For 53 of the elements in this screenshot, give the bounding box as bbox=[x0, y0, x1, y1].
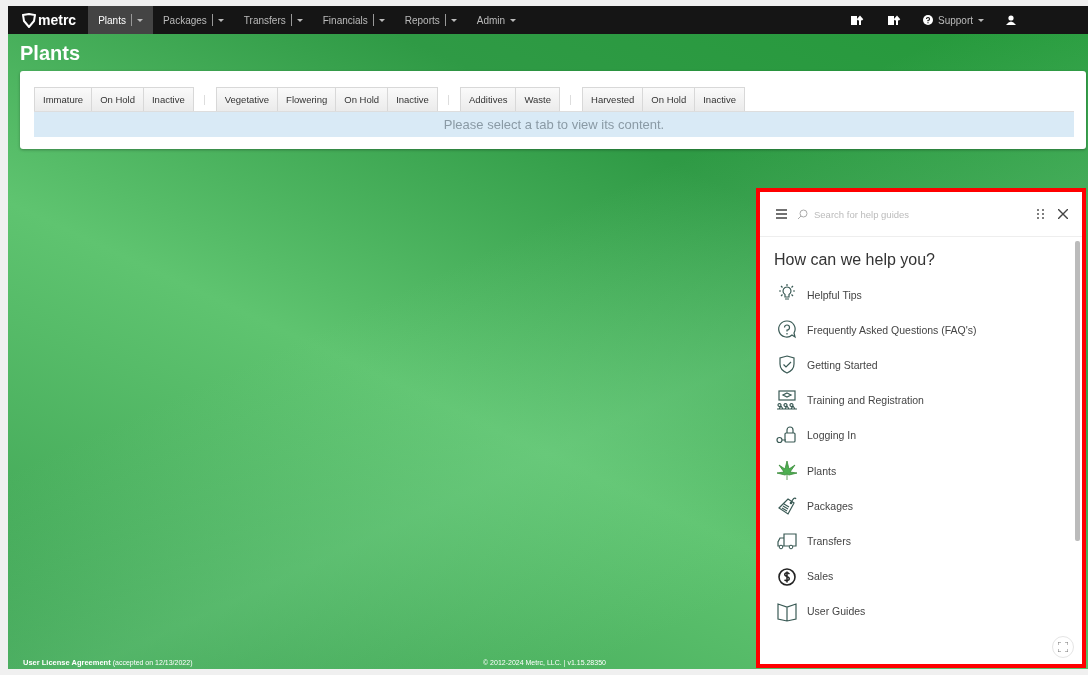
help-guide-link[interactable]: Transfers bbox=[774, 523, 1075, 559]
cannabis-leaf-icon bbox=[776, 460, 798, 482]
help-guide-link[interactable]: Logging In bbox=[774, 417, 1075, 453]
help-guide-link[interactable]: Helpful Tips bbox=[774, 277, 1075, 313]
key-lock-icon bbox=[776, 424, 798, 446]
help-icon bbox=[922, 15, 933, 25]
nav-menu[interactable]: Packages bbox=[152, 6, 234, 34]
tab[interactable]: Harvested bbox=[582, 87, 644, 111]
help-heading: How can we help you? bbox=[774, 251, 936, 269]
nav-menu[interactable]: Financials bbox=[312, 6, 395, 34]
question-bubble-icon bbox=[776, 319, 798, 341]
nav-menu[interactable]: Transfers bbox=[233, 6, 313, 34]
search-icon bbox=[797, 208, 808, 220]
tab[interactable]: Inactive bbox=[143, 87, 194, 111]
help-guide-link[interactable]: Frequently Asked Questions (FAQ's) bbox=[774, 312, 1075, 348]
tab[interactable]: Vegetative bbox=[215, 87, 279, 111]
shield-check-icon bbox=[776, 354, 798, 376]
user-icon bbox=[1006, 15, 1016, 25]
tab[interactable]: On Hold bbox=[642, 87, 696, 111]
scrollbar[interactable] bbox=[1075, 241, 1080, 541]
expand-icon bbox=[1058, 642, 1068, 652]
nav-menu[interactable]: Plants bbox=[88, 6, 153, 34]
nav-menu[interactable]: Reports bbox=[394, 6, 467, 34]
tab[interactable]: Flowering bbox=[277, 87, 337, 111]
help-guide-link[interactable]: Sales bbox=[774, 558, 1075, 594]
help-guide-link[interactable]: Training and Registration bbox=[774, 382, 1075, 418]
tab[interactable]: On Hold bbox=[91, 87, 144, 111]
support-menu[interactable]: Support bbox=[912, 6, 994, 34]
tab[interactable]: Immature bbox=[34, 87, 93, 111]
info-message: Please select a tab to view its content. bbox=[34, 112, 1074, 137]
help-guide-link[interactable]: Packages bbox=[774, 488, 1075, 524]
close-icon bbox=[1058, 209, 1068, 219]
document-upload-icon bbox=[887, 14, 901, 26]
tab[interactable]: Inactive bbox=[387, 87, 438, 111]
document-upload-icon bbox=[850, 14, 864, 26]
dollar-coin-icon bbox=[776, 565, 798, 587]
tab[interactable]: Waste bbox=[515, 87, 561, 111]
classroom-icon bbox=[776, 389, 798, 411]
nav-menu[interactable]: Admin bbox=[466, 6, 527, 34]
shield-logo-icon bbox=[22, 12, 36, 28]
tab[interactable]: Inactive bbox=[694, 87, 745, 111]
brand-name: metrc bbox=[38, 12, 77, 28]
tab[interactable]: Additives bbox=[459, 87, 517, 111]
tab[interactable]: On Hold bbox=[335, 87, 389, 111]
grip-icon bbox=[1037, 209, 1044, 219]
menu-icon bbox=[776, 209, 787, 219]
open-book-icon bbox=[776, 600, 798, 622]
price-tag-icon bbox=[776, 495, 798, 517]
truck-icon bbox=[776, 530, 798, 552]
page-title: Plants bbox=[20, 41, 82, 66]
help-guide-link[interactable]: Plants bbox=[774, 452, 1075, 489]
help-guide-link[interactable]: User Guides bbox=[774, 593, 1075, 629]
help-guide-link[interactable]: Getting Started bbox=[774, 347, 1075, 383]
